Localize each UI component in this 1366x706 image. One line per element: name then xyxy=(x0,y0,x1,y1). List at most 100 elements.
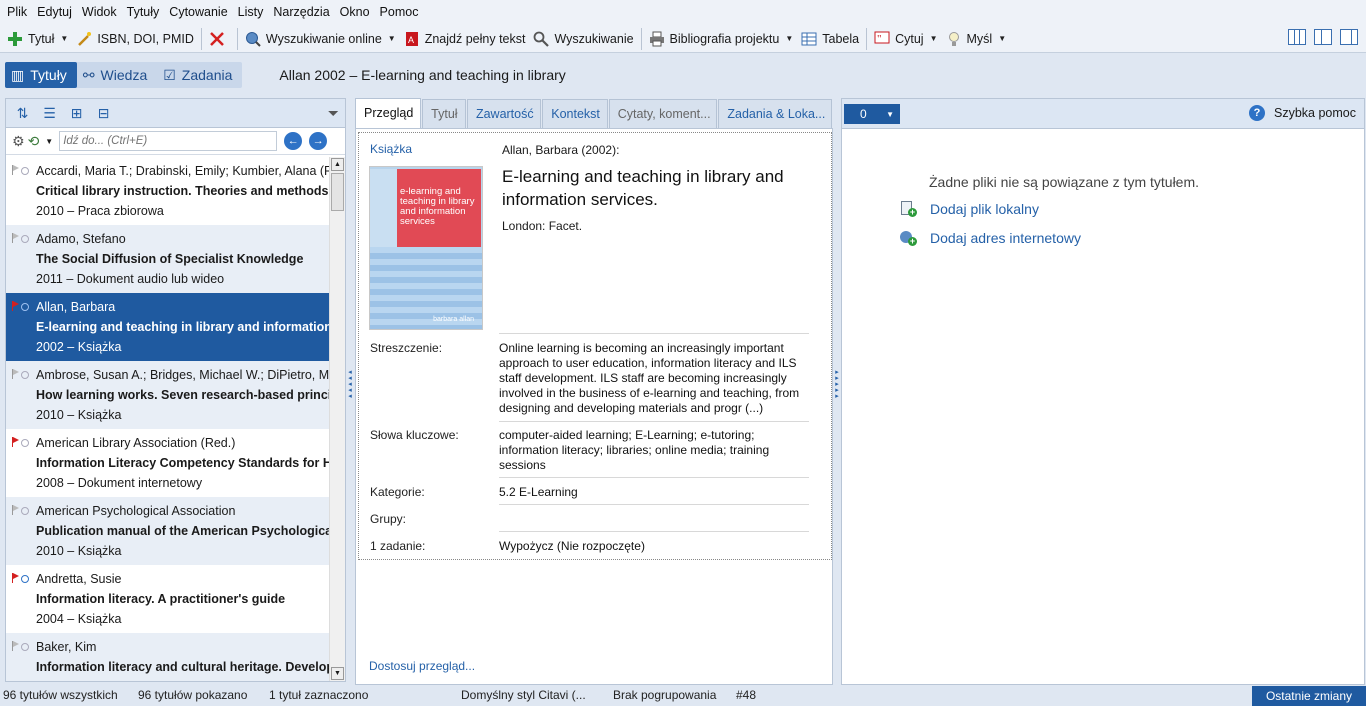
chevron-down-icon[interactable]: ▼ xyxy=(60,34,68,43)
no-files-message: Żadne pliki nie są powiązane z tym tytuł… xyxy=(929,174,1200,190)
status-citation-style[interactable]: Domyślny styl Citavi (... xyxy=(461,688,586,702)
menu-cytowanie[interactable]: Cytowanie xyxy=(164,0,232,25)
scroll-up-icon[interactable]: ▲ xyxy=(331,158,344,171)
list-item[interactable]: American Library Association (Red.) Info… xyxy=(6,429,330,497)
tab-content[interactable]: Zawartość xyxy=(466,99,542,128)
reference-authors: American Psychological Association xyxy=(36,504,236,518)
thought-button[interactable]: Myśl ▼ xyxy=(942,27,1011,51)
history-icon[interactable]: ⟲ xyxy=(28,133,40,150)
status-grouping[interactable]: Brak pogrupowania xyxy=(613,688,716,702)
add-local-file-label: Dodaj plik lokalny xyxy=(930,201,1039,217)
menu-pomoc[interactable]: Pomoc xyxy=(375,0,424,25)
recent-changes-button[interactable]: Ostatnie zmiany xyxy=(1252,686,1366,706)
reference-list: Accardi, Maria T.; Drabinski, Emily; Kum… xyxy=(6,157,330,681)
list-scrollbar[interactable]: ▲ ▼ xyxy=(329,157,345,681)
list-item-selected[interactable]: Allan, Barbara E-learning and teaching i… xyxy=(6,293,330,361)
status-shown: 96 tytułów pokazano xyxy=(138,688,248,702)
status-number: #48 xyxy=(736,688,757,702)
search-icon xyxy=(533,31,550,47)
attachment-count-dropdown[interactable]: 0 ▼ xyxy=(844,104,900,124)
flag-icon[interactable] xyxy=(12,369,20,379)
flag-icon[interactable] xyxy=(12,641,20,651)
cover-title-text: e-learning and teaching in library and i… xyxy=(400,186,475,227)
chevron-down-icon[interactable]: ▼ xyxy=(998,34,1006,43)
filter-icon[interactable]: ⏷ xyxy=(328,105,339,122)
tab-tasks-locations[interactable]: Zadania & Loka... xyxy=(718,99,832,128)
online-search-button[interactable]: Wyszukiwanie online ▼ xyxy=(241,27,400,51)
full-text-button[interactable]: A Znajdź pełny tekst xyxy=(400,27,530,51)
book-cover-image[interactable]: e-learning and teaching in library and i… xyxy=(369,166,483,330)
reference-title: Information literacy. A practitioner's g… xyxy=(36,592,286,606)
menu-plik[interactable]: Plik xyxy=(2,0,32,25)
layout-two-panes-icon[interactable] xyxy=(1314,29,1332,45)
list-item[interactable]: Ambrose, Susan A.; Bridges, Michael W.; … xyxy=(6,361,330,429)
list-item[interactable]: Accardi, Maria T.; Drabinski, Emily; Kum… xyxy=(6,157,330,225)
flag-icon[interactable] xyxy=(12,301,20,311)
goto-input[interactable] xyxy=(59,131,278,151)
tasks-value[interactable]: Wypożycz (Nie rozpoczęte) xyxy=(499,539,809,554)
menu-listy[interactable]: Listy xyxy=(233,0,269,25)
list-item[interactable]: American Psychological Association Publi… xyxy=(6,497,330,565)
add-url-label: Dodaj adres internetowy xyxy=(930,230,1081,246)
add-url-link[interactable]: + Dodaj adres internetowy xyxy=(899,230,1081,246)
status-dot-icon xyxy=(21,303,29,311)
isbn-button[interactable]: ISBN, DOI, PMID xyxy=(72,27,198,51)
menu-widok[interactable]: Widok xyxy=(77,0,122,25)
flag-icon[interactable] xyxy=(12,573,20,583)
tab-quotations[interactable]: Cytaty, koment... xyxy=(608,99,718,128)
list-view-icon[interactable]: ☰ xyxy=(41,105,58,122)
menu-edytuj[interactable]: Edytuj xyxy=(32,0,77,25)
chevron-down-icon[interactable]: ▼ xyxy=(45,137,53,146)
previous-arrow-icon[interactable]: ← xyxy=(284,132,303,150)
mode-knowledge-label: Wiedza xyxy=(100,67,148,83)
add-title-label: Tytuł xyxy=(28,31,55,46)
search-button[interactable]: Wyszukiwanie xyxy=(529,27,637,51)
keywords-value[interactable]: computer-aided learning; E-Learning; e-t… xyxy=(499,428,809,473)
menu-okno[interactable]: Okno xyxy=(335,0,375,25)
quick-help-button[interactable]: ? Szybka pomoc xyxy=(1249,105,1356,121)
chevron-down-icon[interactable]: ▼ xyxy=(930,34,938,43)
table-button[interactable]: Tabela xyxy=(797,27,863,51)
next-arrow-icon[interactable]: → xyxy=(309,132,328,150)
menu-narzedzia[interactable]: Narzędzia xyxy=(268,0,334,25)
mode-titles[interactable]: ▥ Tytuły xyxy=(5,62,77,88)
layout-wide-pane-icon[interactable] xyxy=(1340,29,1358,45)
splitter-handle-right[interactable]: ▸ ▸ ▸ ▸ ▸ xyxy=(834,369,840,400)
svg-text:A: A xyxy=(408,35,414,45)
flag-icon[interactable] xyxy=(12,233,20,243)
table-icon xyxy=(801,31,817,47)
reference-type-link[interactable]: Książka xyxy=(370,142,412,156)
categories-value[interactable]: 5.2 E-Learning xyxy=(499,485,809,500)
mode-knowledge[interactable]: ⚯ Wiedza xyxy=(77,62,157,88)
mode-tasks[interactable]: ☑ Zadania xyxy=(157,62,242,88)
menu-tytuly[interactable]: Tytuły xyxy=(122,0,165,25)
expand-icon[interactable]: ⊞ xyxy=(68,105,85,122)
reference-list-panel: ⇅ ☰ ⊞ ⊟ ⏷ ⚙ ⟲ ▼ ← → Accardi, Maria T.; D… xyxy=(5,98,346,682)
flag-icon[interactable] xyxy=(12,437,20,447)
flag-icon[interactable] xyxy=(12,505,20,515)
list-item[interactable]: Andretta, Susie Information literacy. A … xyxy=(6,565,330,633)
add-local-file-link[interactable]: + Dodaj plik lokalny xyxy=(899,201,1039,217)
collapse-icon[interactable]: ⊟ xyxy=(95,105,112,122)
tab-overview[interactable]: Przegląd xyxy=(355,98,422,128)
scroll-thumb[interactable] xyxy=(331,173,344,211)
flag-icon[interactable] xyxy=(12,165,20,175)
tab-context[interactable]: Kontekst xyxy=(542,99,608,128)
list-item[interactable]: Baker, Kim Information literacy and cult… xyxy=(6,633,330,681)
scroll-down-icon[interactable]: ▼ xyxy=(331,667,344,680)
bibliography-button[interactable]: Bibliografia projektu ▼ xyxy=(645,27,798,51)
splitter-handle-left[interactable]: ◂ ◂ ◂ ◂ ◂ xyxy=(347,369,353,400)
sort-icon[interactable]: ⇅ xyxy=(14,105,31,122)
chevron-down-icon: ▼ xyxy=(886,109,894,119)
layout-three-panes-icon[interactable] xyxy=(1288,29,1306,45)
delete-button[interactable] xyxy=(205,27,234,51)
add-title-button[interactable]: Tytuł ▼ xyxy=(3,27,72,51)
menu-bar: Plik Edytuj Widok Tytuły Cytowanie Listy… xyxy=(0,0,1366,25)
quote-button[interactable]: " Cytuj ▼ xyxy=(870,27,941,51)
chevron-down-icon[interactable]: ▼ xyxy=(785,34,793,43)
list-item[interactable]: Adamo, Stefano The Social Diffusion of S… xyxy=(6,225,330,293)
chevron-down-icon[interactable]: ▼ xyxy=(388,34,396,43)
customize-overview-link[interactable]: Dostosuj przegląd... xyxy=(369,659,475,673)
gear-icon[interactable]: ⚙ xyxy=(12,133,25,150)
tab-title[interactable]: Tytuł xyxy=(422,99,466,128)
